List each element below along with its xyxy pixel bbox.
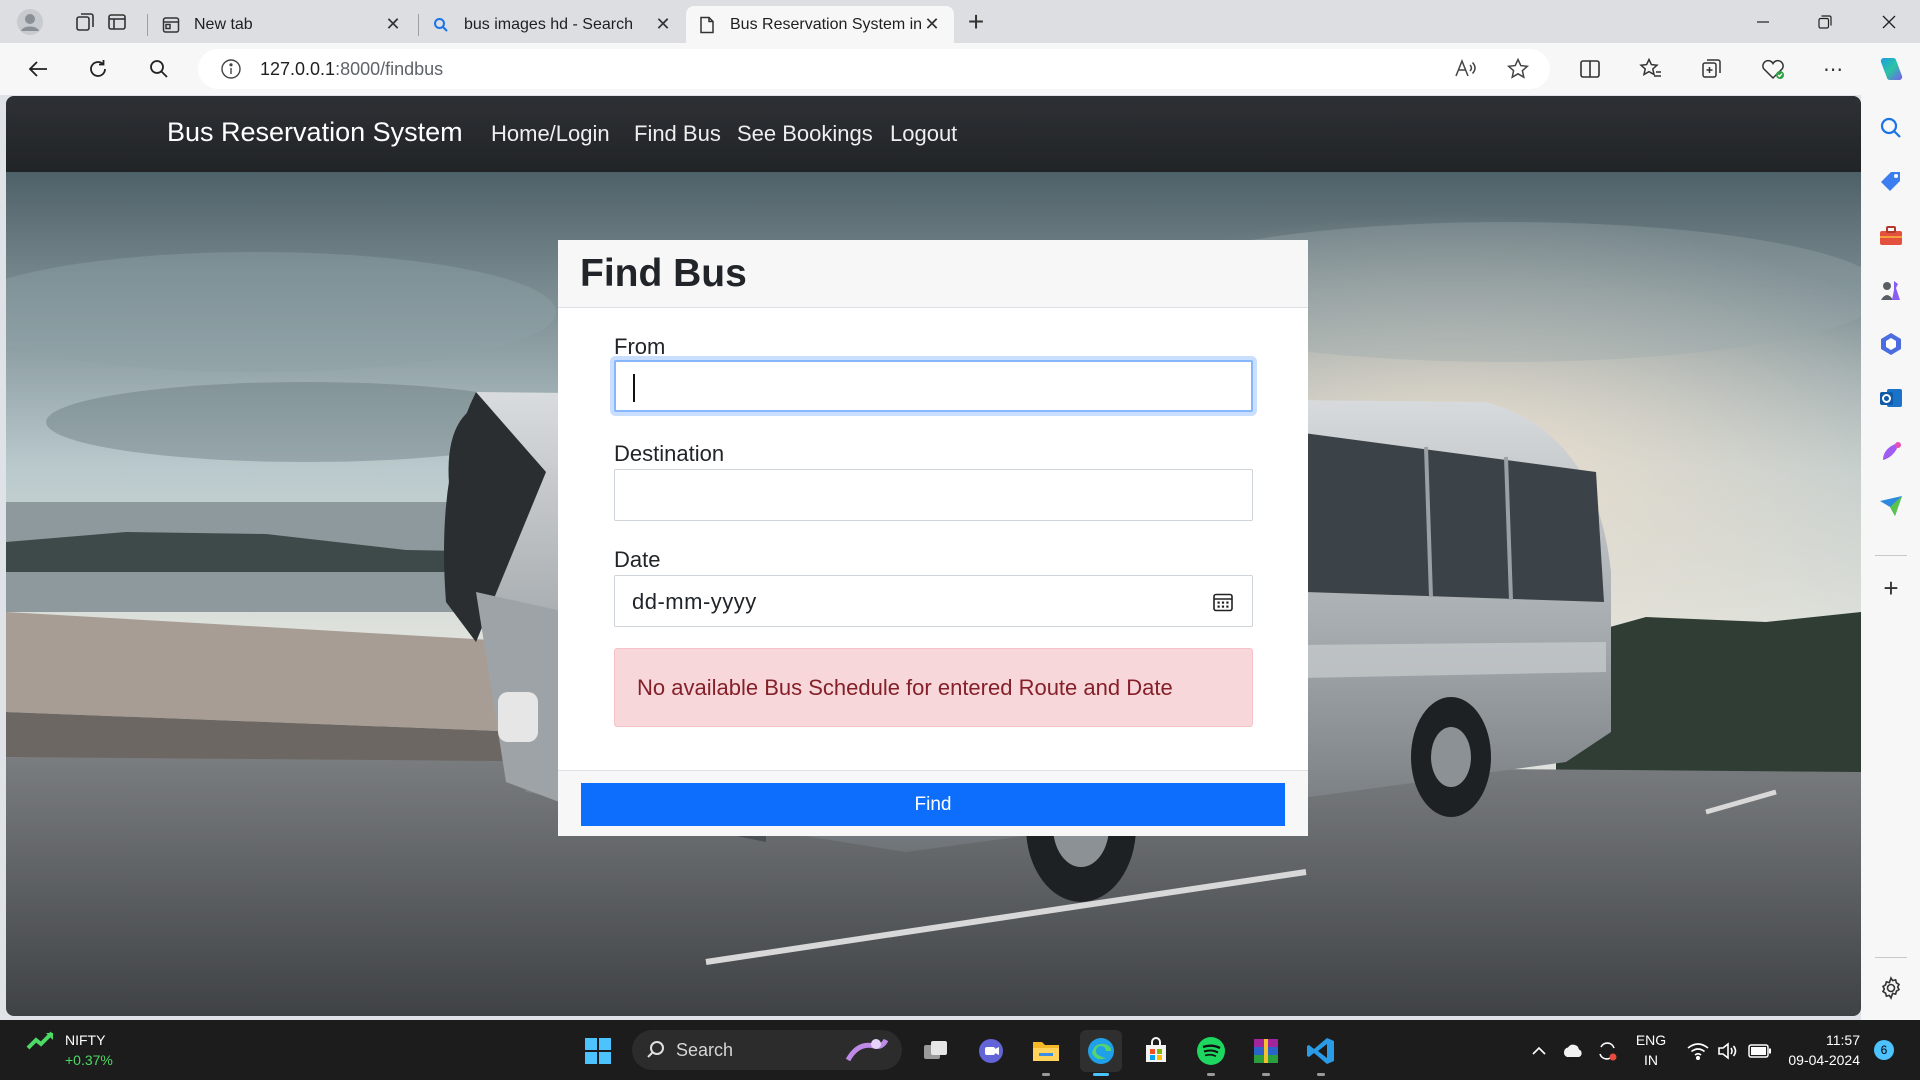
- teams-chat-icon[interactable]: [970, 1030, 1012, 1072]
- close-window-button[interactable]: [1858, 0, 1920, 43]
- page-icon: [698, 16, 716, 34]
- tab-bus-reservation[interactable]: Bus Reservation System in Django ✕: [686, 6, 954, 43]
- page-title: Find Bus: [580, 252, 747, 295]
- new-tab-icon: [162, 16, 180, 34]
- windows-start-icon[interactable]: [577, 1030, 619, 1072]
- battery-icon[interactable]: [1745, 1030, 1775, 1072]
- from-input[interactable]: [614, 360, 1253, 412]
- shopping-tag-icon[interactable]: [1876, 167, 1906, 197]
- tab-title: Bus Reservation System in Django: [730, 15, 922, 33]
- outlook-icon[interactable]: [1876, 383, 1906, 413]
- profile-icon[interactable]: [14, 6, 46, 38]
- copilot-icon[interactable]: [1872, 51, 1908, 87]
- date-input[interactable]: dd-mm-yyyy: [614, 575, 1253, 627]
- volume-icon[interactable]: [1713, 1030, 1743, 1072]
- site-navbar: Bus Reservation System Home/Login Find B…: [6, 96, 1861, 172]
- tab-actions-icon[interactable]: [101, 6, 133, 38]
- edge-browser-icon[interactable]: [1080, 1030, 1122, 1076]
- search-icon[interactable]: [1876, 113, 1906, 143]
- games-chess-icon[interactable]: [1876, 275, 1906, 305]
- restore-button[interactable]: [1794, 0, 1856, 43]
- brand-link[interactable]: Bus Reservation System: [167, 117, 463, 148]
- nav-logout[interactable]: Logout: [890, 121, 957, 147]
- tab-title: New tab: [194, 15, 253, 33]
- destination-input[interactable]: [614, 469, 1253, 521]
- address-bar[interactable]: 127.0.0.1:8000/findbus: [198, 49, 1550, 89]
- text-caret: [633, 374, 635, 402]
- clock-time[interactable]: 11:57: [1784, 1032, 1860, 1048]
- browser-essentials-icon[interactable]: [1755, 51, 1791, 87]
- destination-label: Destination: [614, 441, 725, 466]
- refresh-button[interactable]: [80, 51, 116, 87]
- find-bus-card: Find Bus From Destination Date dd-mm-yyy…: [558, 240, 1308, 836]
- edge-sidebar: +: [1861, 95, 1920, 1020]
- send-drop-icon[interactable]: [1876, 491, 1906, 521]
- find-button[interactable]: Find: [581, 783, 1285, 826]
- nav-home-login[interactable]: Home/Login: [491, 121, 610, 147]
- spotify-icon[interactable]: [1190, 1030, 1232, 1076]
- close-icon[interactable]: ✕: [922, 14, 942, 35]
- file-explorer-icon[interactable]: [1025, 1030, 1067, 1076]
- search-icon: [432, 16, 450, 34]
- notification-badge[interactable]: 6: [1874, 1040, 1894, 1060]
- onedrive-icon[interactable]: [1558, 1030, 1588, 1072]
- winrar-icon[interactable]: [1245, 1030, 1287, 1076]
- search-highlight-icon: [845, 1038, 889, 1062]
- card-footer: Find: [558, 770, 1308, 836]
- clock-date: 09-04-2024: [1788, 1052, 1860, 1068]
- card-header: Find Bus: [558, 240, 1308, 308]
- chevron-up-icon[interactable]: [1528, 1030, 1550, 1072]
- from-label: From: [614, 334, 666, 359]
- designer-icon[interactable]: [1876, 437, 1906, 467]
- site-info-icon[interactable]: [218, 56, 244, 82]
- task-view-icon[interactable]: [915, 1030, 957, 1072]
- search-icon[interactable]: [141, 51, 177, 87]
- region-indicator: IN: [1644, 1052, 1658, 1068]
- favorites-icon[interactable]: [1633, 51, 1669, 87]
- stock-change: +0.37%: [65, 1052, 113, 1068]
- taskbar-search[interactable]: Search: [632, 1030, 902, 1070]
- nav-find-bus[interactable]: Find Bus: [634, 121, 721, 147]
- tab-new-tab[interactable]: New tab ✕: [150, 6, 415, 43]
- back-button[interactable]: [20, 51, 56, 87]
- gear-icon[interactable]: [1876, 973, 1906, 1003]
- date-placeholder: dd-mm-yyyy: [632, 589, 757, 614]
- calendar-icon[interactable]: [1212, 591, 1234, 613]
- read-aloud-icon[interactable]: [1453, 57, 1477, 86]
- close-icon[interactable]: ✕: [383, 14, 403, 35]
- tab-title: bus images hd - Search: [464, 15, 633, 33]
- microsoft-365-icon[interactable]: [1876, 329, 1906, 359]
- minimize-button[interactable]: [1732, 0, 1794, 43]
- date-label: Date: [614, 547, 661, 572]
- favorite-star-icon[interactable]: [1506, 57, 1530, 86]
- tools-briefcase-icon[interactable]: [1876, 221, 1906, 251]
- more-options-icon[interactable]: ⋯: [1815, 51, 1851, 87]
- sync-status-icon[interactable]: [1592, 1030, 1622, 1072]
- language-indicator[interactable]: ENG: [1633, 1032, 1669, 1048]
- split-screen-icon[interactable]: [1572, 51, 1608, 87]
- microsoft-store-icon[interactable]: [1135, 1030, 1177, 1072]
- wifi-icon[interactable]: [1683, 1030, 1713, 1072]
- tab-strip: New tab ✕ bus images hd - Search ✕ Bus R…: [0, 0, 1920, 43]
- collections-icon[interactable]: [1694, 51, 1730, 87]
- web-page: Bus Reservation System Home/Login Find B…: [6, 96, 1861, 1016]
- close-icon[interactable]: ✕: [653, 14, 673, 35]
- stock-widget[interactable]: [26, 1030, 56, 1052]
- browser-toolbar: 127.0.0.1:8000/findbus ⋯: [0, 43, 1920, 95]
- url-text: 127.0.0.1:8000/findbus: [260, 58, 444, 79]
- workspaces-icon[interactable]: [69, 6, 101, 38]
- search-icon: [647, 1041, 664, 1058]
- tab-bus-images-search[interactable]: bus images hd - Search ✕: [420, 6, 685, 43]
- vscode-icon[interactable]: [1300, 1030, 1342, 1076]
- stock-trend-icon: [26, 1031, 54, 1050]
- no-schedule-alert: No available Bus Schedule for entered Ro…: [614, 648, 1253, 727]
- add-sidebar-app-icon[interactable]: +: [1876, 573, 1906, 603]
- new-tab-button[interactable]: +: [960, 6, 992, 38]
- nav-see-bookings[interactable]: See Bookings: [737, 121, 873, 147]
- windows-taskbar: NIFTY +0.37% Search ENG IN 11:57 09-04-2…: [0, 1020, 1920, 1080]
- stock-name: NIFTY: [65, 1032, 106, 1048]
